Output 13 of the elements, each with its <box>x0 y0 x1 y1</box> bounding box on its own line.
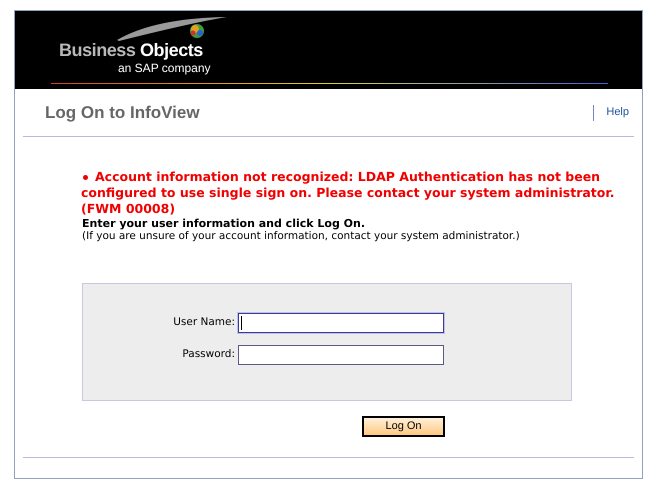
page-title: Log On to InfoView <box>45 102 200 124</box>
tagline: an SAP company <box>118 62 211 74</box>
error-message: Account information not recognized: LDAP Authentication has not been configured to use single sign on. Please contact your system administrator. (FWM 00008) <box>81 169 616 217</box>
input-field[interactable] <box>238 313 444 333</box>
instruction-text: Enter your user information and click Log On. <box>82 217 366 230</box>
field-label: Password: <box>181 347 236 362</box>
log-on-button[interactable]: Log On <box>362 416 445 437</box>
input-field[interactable] <box>238 345 444 365</box>
bullet-icon <box>83 175 88 180</box>
help-link[interactable]: Help <box>606 104 629 121</box>
hint-text: (If you are unsure of your account information, contact your system administrator.) <box>82 230 521 243</box>
field-label: User Name: <box>172 315 236 330</box>
brand-logo-text: Business Objects <box>59 40 203 60</box>
